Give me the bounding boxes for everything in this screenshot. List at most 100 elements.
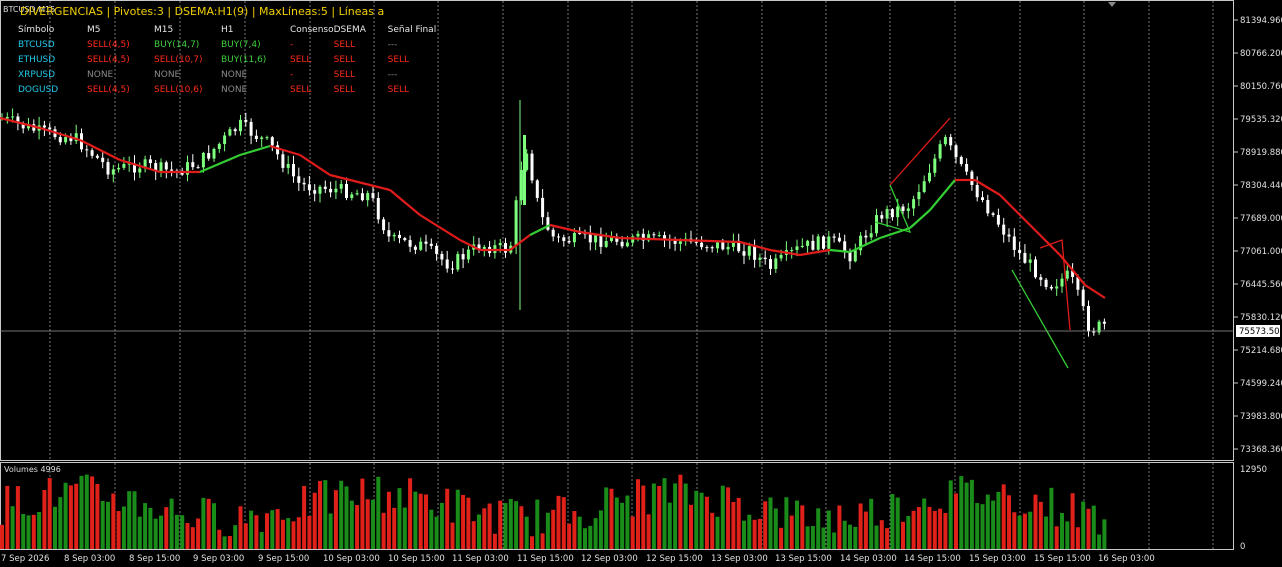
volume-bar <box>848 524 852 549</box>
volume-bar <box>333 490 338 549</box>
signal-cell-final: --- <box>387 39 398 50</box>
volume-bar <box>84 474 89 549</box>
volume-bar <box>1049 487 1054 549</box>
volume-bar <box>153 518 158 549</box>
volume-bar <box>598 510 603 549</box>
col-senal-final: Señal Final <box>387 24 437 35</box>
candle-body <box>313 190 317 194</box>
candle-body <box>949 137 953 146</box>
candle-body <box>223 135 227 144</box>
volume-bar <box>932 510 937 549</box>
volume-bar <box>689 504 693 549</box>
volume-bar <box>837 505 842 549</box>
candle-body <box>260 137 264 139</box>
volume-bar <box>524 516 529 549</box>
volume-bar <box>0 524 4 549</box>
signal-row: BTCUSD SELL(4,5) BUY(14,7) BUY(7,4) - SELL --- <box>18 37 436 52</box>
volume-bar <box>667 502 672 549</box>
volume-bar <box>673 483 678 549</box>
candle-body <box>382 219 386 231</box>
volume-bar <box>280 519 285 549</box>
candle-body <box>498 243 502 246</box>
volume-bar <box>1007 495 1011 549</box>
volume-bar <box>270 510 275 549</box>
volume-bar <box>853 526 858 549</box>
volume-bar <box>604 487 609 549</box>
volume-bar <box>636 479 640 549</box>
volume-bar <box>95 483 100 549</box>
candle-body <box>753 246 757 260</box>
signal-cell-dsema: SELL <box>333 54 356 65</box>
volume-bar <box>683 483 688 549</box>
volume-bar <box>959 476 964 549</box>
volume-bar <box>466 497 471 549</box>
volume-bar <box>498 500 503 549</box>
candle-body <box>588 234 592 243</box>
candle-body <box>991 213 995 215</box>
candle-body <box>726 246 730 250</box>
volume-bar <box>768 497 773 549</box>
volume-bar <box>206 498 211 549</box>
volume-bar <box>869 498 874 549</box>
volume-bar <box>286 518 291 549</box>
candle-body <box>276 145 280 155</box>
candle-body <box>451 268 454 270</box>
volume-bar <box>572 511 577 549</box>
candle-body <box>853 250 857 262</box>
volume-bar <box>641 485 646 549</box>
volume-bar <box>519 506 524 549</box>
candle-body <box>504 243 507 253</box>
candle-body <box>795 246 799 251</box>
candle-body <box>350 194 354 198</box>
candle-body <box>912 199 916 209</box>
volume-bar <box>736 497 741 549</box>
volume-bar <box>858 503 863 549</box>
volume-bar <box>408 478 413 549</box>
candle-body <box>620 241 624 247</box>
volume-bar <box>943 512 948 549</box>
volume-bar <box>259 532 264 549</box>
candle-body <box>1087 305 1090 332</box>
candle-body <box>254 135 258 139</box>
volume-bar <box>275 509 280 549</box>
volume-bar <box>15 486 20 549</box>
time-label: 12 Sep 15:00 <box>646 554 703 564</box>
volume-bar <box>37 511 42 549</box>
candle-body <box>530 153 534 181</box>
candle-body <box>848 251 852 262</box>
volume-bar <box>1060 512 1064 549</box>
candle-body <box>292 163 295 177</box>
candle-body <box>387 230 391 237</box>
volume-bar <box>365 499 370 549</box>
col-symbol: Símbolo <box>18 24 55 35</box>
volume-bar <box>10 506 15 549</box>
volume-bar <box>344 486 349 549</box>
candle-body <box>111 169 115 175</box>
candle-body <box>117 167 121 170</box>
volume-bar <box>657 485 662 549</box>
signal-cell-h1: BUY(7,4) <box>221 39 261 50</box>
volume-bar <box>381 512 386 549</box>
col-m5: M5 <box>87 24 101 35</box>
candle-body <box>392 234 396 237</box>
candle-body <box>943 137 947 145</box>
volume-bar <box>948 480 953 549</box>
candle-body <box>1044 279 1048 287</box>
candle-body <box>869 233 873 238</box>
volume-bar <box>715 516 720 549</box>
candle-body <box>1102 321 1106 324</box>
volume-bar <box>614 497 619 549</box>
volume-bar <box>1012 512 1017 549</box>
candle-body <box>95 155 99 158</box>
volume-bar <box>180 515 185 549</box>
volume-bar <box>402 507 407 549</box>
volume-bar <box>106 501 110 549</box>
volume-bar <box>461 494 466 549</box>
volume-bar <box>927 506 932 549</box>
price-label: 78919.880 <box>1240 148 1282 158</box>
candle-body <box>742 251 746 256</box>
candle-body <box>297 176 301 183</box>
col-m15: M15 <box>154 24 174 35</box>
candle-body <box>122 163 126 168</box>
volume-bar <box>795 500 799 549</box>
